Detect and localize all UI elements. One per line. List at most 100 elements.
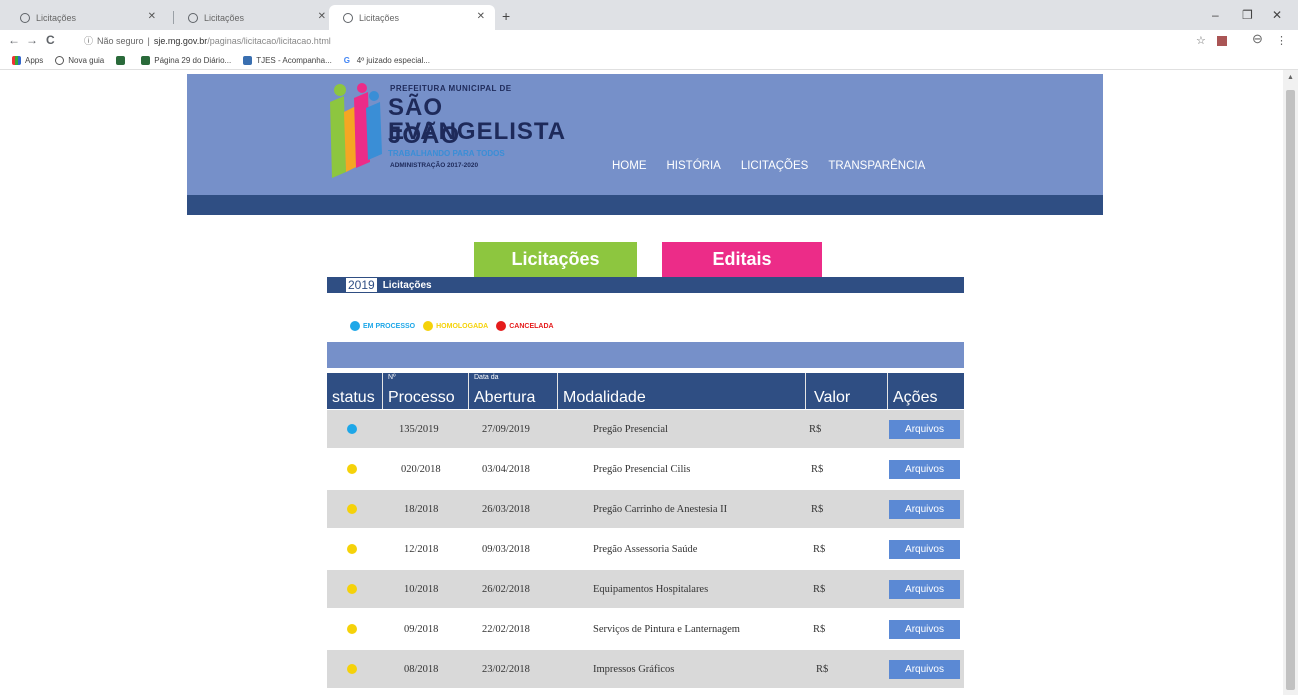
close-tab-icon[interactable]: ✕ — [148, 11, 156, 22]
bookmark-juizado[interactable]: G 4º juizado especial... — [344, 56, 430, 65]
data-cell: 26/02/2018 — [482, 583, 530, 595]
year-bar: 2019 Licitações — [327, 277, 964, 293]
logo-line-5: ADMINISTRAÇÃO 2017-2020 — [390, 162, 479, 169]
valor-cell: R$ — [816, 663, 829, 675]
year-label[interactable]: 2019 — [346, 278, 377, 292]
close-tab-icon[interactable]: ✕ — [477, 11, 485, 22]
data-cell: 22/02/2018 — [482, 623, 530, 635]
logo-line-4: TRABALHANDO PARA TODOS — [388, 149, 505, 158]
status-legend: EM PROCESSO HOMOLOGADA CANCELADA — [350, 321, 562, 331]
table-header: status Nº Processo Data da Abertura Moda… — [327, 373, 964, 409]
bookmark-site-icon — [141, 56, 151, 65]
bookmark-apps[interactable]: Apps — [12, 56, 43, 65]
forward-icon[interactable]: → — [26, 33, 38, 47]
status-dot-yellow-icon — [423, 321, 434, 331]
legend-label: EM PROCESSO — [363, 322, 416, 330]
valor-cell: R$ — [813, 543, 826, 555]
modalidade-cell: Impressos Gráficos — [593, 663, 675, 675]
browser-tab[interactable]: Licitações ✕ — [6, 5, 166, 30]
scrollbar-thumb[interactable] — [1286, 90, 1295, 690]
restore-icon[interactable]: ❐ — [1242, 8, 1253, 22]
licitacoes-tab-button[interactable]: Licitações — [474, 242, 637, 277]
filter-bar — [327, 342, 964, 368]
url-host: sje.mg.gov.br — [153, 35, 208, 46]
col-status: status — [327, 373, 383, 409]
back-icon[interactable]: ← — [8, 33, 20, 47]
not-secure-label: Não seguro — [97, 35, 144, 46]
tab-title: Licitações — [36, 12, 77, 23]
nav-licitacoes[interactable]: LICITAÇÕES — [741, 160, 809, 172]
arquivos-button[interactable]: Arquivos — [889, 620, 960, 639]
nav-home[interactable]: HOME — [612, 160, 647, 172]
year-bar-title: Licitações — [382, 279, 432, 291]
processo-cell: 12/2018 — [404, 543, 439, 555]
nav-historia[interactable]: HISTÓRIA — [667, 160, 721, 172]
site-header: PREFEITURA MUNICIPAL DE SÃO JOÃO EVANGEL… — [187, 74, 1103, 195]
nav-transparencia[interactable]: TRANSPARÊNCIA — [828, 160, 925, 172]
arquivos-button[interactable]: Arquivos — [889, 420, 960, 439]
arquivos-button[interactable]: Arquivos — [889, 460, 960, 479]
table-row: 135/2019 27/09/2019 Pregão Presencial R$… — [327, 410, 964, 448]
data-cell: 23/02/2018 — [482, 663, 530, 675]
processo-cell: 135/2019 — [399, 423, 439, 435]
tab-title: Licitações — [359, 12, 400, 23]
modalidade-cell: Pregão Carrinho de Anestesia II — [593, 503, 728, 515]
modalidade-cell: Pregão Presencial Cilis — [593, 463, 691, 475]
extension-icon[interactable] — [1217, 36, 1227, 46]
new-tab-icon[interactable]: + — [502, 8, 510, 24]
table-row: 09/2018 22/02/2018 Serviços de Pintura e… — [327, 610, 964, 648]
valor-cell: R$ — [811, 503, 824, 515]
valor-cell: R$ — [811, 463, 824, 475]
table-row: 18/2018 26/03/2018 Pregão Carrinho de An… — [327, 490, 964, 528]
google-icon: G — [343, 56, 351, 65]
status-dot-yellow-icon — [347, 584, 357, 594]
close-tab-icon[interactable]: ✕ — [318, 11, 326, 22]
star-icon[interactable]: ☆ — [1196, 34, 1206, 47]
globe-icon — [20, 12, 30, 23]
arquivos-button[interactable]: Arquivos — [889, 580, 960, 599]
data-cell: 03/04/2018 — [482, 463, 530, 475]
table-row: 020/2018 03/04/2018 Pregão Presencial Ci… — [327, 450, 964, 488]
bookmark-pagina-29[interactable]: Página 29 do Diário... — [141, 56, 231, 65]
status-dot-red-icon — [496, 321, 507, 331]
bookmark-tjes[interactable]: TJES - Acompanha... — [243, 56, 332, 65]
col-valor: Valor — [806, 373, 888, 409]
valor-cell: R$ — [813, 583, 826, 595]
omnibox[interactable]: ⓘ Não seguro | sje.mg.gov.br /paginas/li… — [84, 32, 1184, 49]
status-dot-yellow-icon — [347, 664, 357, 674]
arquivos-button[interactable]: Arquivos — [889, 660, 960, 679]
table-row: 12/2018 09/03/2018 Pregão Assessoria Saú… — [327, 530, 964, 568]
bookmark-nova-guia[interactable]: Nova guia — [55, 56, 104, 65]
status-dot-yellow-icon — [347, 504, 357, 514]
table-row: 08/2018 23/02/2018 Impressos Gráficos R$… — [327, 650, 964, 688]
processo-cell: 020/2018 — [401, 463, 441, 475]
minimize-icon[interactable]: – — [1212, 8, 1219, 22]
header-bottom-bar — [187, 195, 1103, 215]
arquivos-button[interactable]: Arquivos — [889, 540, 960, 559]
processo-cell: 10/2018 — [404, 583, 439, 595]
browser-tab[interactable]: Licitações ✕ — [174, 5, 336, 30]
scroll-up-icon[interactable]: ▲ — [1287, 74, 1294, 81]
table-row: 10/2018 26/02/2018 Equipamentos Hospital… — [327, 570, 964, 608]
site-logo[interactable]: PREFEITURA MUNICIPAL DE SÃO JOÃO EVANGEL… — [322, 80, 565, 184]
arquivos-button[interactable]: Arquivos — [889, 500, 960, 519]
editais-tab-button[interactable]: Editais — [662, 242, 822, 277]
bookmark-icon-only[interactable] — [116, 56, 129, 65]
close-window-icon[interactable]: ✕ — [1272, 8, 1282, 22]
url-path: /paginas/licitacao/licitacao.html — [207, 35, 331, 46]
bookmark-site-icon — [116, 56, 126, 65]
menu-icon[interactable]: ⋮ — [1276, 34, 1287, 47]
logo-figures-icon — [330, 83, 382, 178]
profile-icon[interactable]: ⊖ — [1252, 31, 1263, 47]
status-dot-yellow-icon — [347, 544, 357, 554]
reload-icon[interactable]: C — [46, 33, 55, 47]
data-cell: 27/09/2019 — [482, 423, 530, 435]
legend-label: HOMOLOGADA — [436, 322, 489, 330]
browser-tab-active[interactable]: Licitações ✕ — [329, 5, 495, 30]
info-icon[interactable]: ⓘ — [84, 34, 93, 47]
scrollbar[interactable]: ▲ — [1283, 70, 1298, 695]
processo-cell: 08/2018 — [404, 663, 439, 675]
apps-icon — [12, 56, 21, 65]
logo-line-3: EVANGELISTA — [388, 118, 567, 145]
valor-cell: R$ — [809, 423, 822, 435]
